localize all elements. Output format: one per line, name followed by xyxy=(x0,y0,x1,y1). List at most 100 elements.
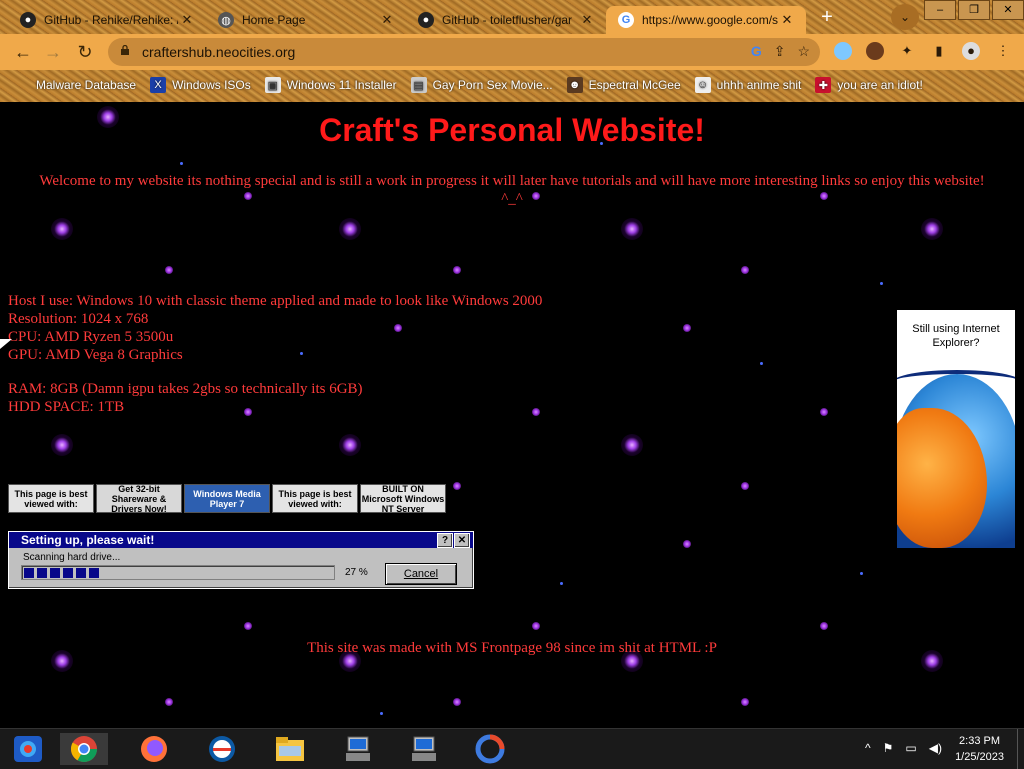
show-hidden-icons[interactable]: ^ xyxy=(865,741,871,755)
star-decoration xyxy=(453,698,461,706)
google-lens-icon[interactable]: G xyxy=(751,43,762,60)
star-decoration xyxy=(339,218,361,240)
page-title: Craft's Personal Website! xyxy=(319,112,705,148)
star-decoration xyxy=(741,698,749,706)
bookmark-malware-database[interactable]: Malware Database xyxy=(14,77,136,93)
spec-hdd: HDD SPACE: 1TB xyxy=(8,399,125,415)
start-button[interactable] xyxy=(4,733,52,765)
star-decoration xyxy=(339,434,361,456)
close-window-button[interactable]: ✕ xyxy=(992,0,1024,20)
ad-text: Still using Internet Explorer? xyxy=(912,323,1000,349)
cancel-button[interactable]: Cancel xyxy=(385,563,457,585)
star-decoration xyxy=(820,408,828,416)
tab-strip: ● GitHub - Rehike/Rehike: / ✕ ◍ Home Pag… xyxy=(0,0,1024,34)
extensions-puzzle-icon[interactable]: ✦ xyxy=(898,42,916,60)
show-desktop-button[interactable] xyxy=(1017,729,1024,769)
trans-flag-extension-icon[interactable] xyxy=(834,42,852,60)
best-viewed-badge[interactable]: This page is best viewed with: xyxy=(272,484,358,513)
bookmark-windows-isos[interactable]: X Windows ISOs xyxy=(150,77,251,93)
installer-icon xyxy=(346,736,370,761)
bookmark-label: Gay Porn Sex Movie... xyxy=(432,78,553,92)
bookmark-anime[interactable]: ☺ uhhh anime shit xyxy=(694,77,801,93)
window-controls: – ❐ ✕ xyxy=(922,0,1024,20)
minimize-button[interactable]: – xyxy=(924,0,956,20)
image-icon: ▣ xyxy=(264,77,281,93)
tab-home-page[interactable]: ◍ Home Page ✕ xyxy=(206,6,406,34)
star-decoration xyxy=(860,572,863,575)
star-decoration xyxy=(741,482,749,490)
bookmark-espectral-mcgee[interactable]: ☻ Espectral McGee xyxy=(566,77,681,93)
lock-icon xyxy=(121,45,129,55)
star-decoration xyxy=(820,622,828,630)
character-icon: ☻ xyxy=(566,77,583,93)
star-decoration xyxy=(880,282,883,285)
back-button[interactable]: ← xyxy=(12,42,34,62)
close-tab-icon[interactable]: ✕ xyxy=(578,12,596,28)
close-tab-icon[interactable]: ✕ xyxy=(778,12,796,28)
network-icon[interactable]: ▭ xyxy=(905,741,916,755)
avatar-extension-icon[interactable] xyxy=(866,42,884,60)
taskbar-app[interactable] xyxy=(466,733,514,765)
taskbar-chrome[interactable] xyxy=(60,733,108,765)
globe-icon: ◍ xyxy=(218,12,234,28)
help-button[interactable]: ? xyxy=(437,533,453,548)
internet-explorer-ad[interactable]: Still using Internet Explorer? xyxy=(897,310,1015,548)
star-decoration xyxy=(165,266,173,274)
footer-text: This site was made with MS Frontpage 98 … xyxy=(307,640,717,656)
cancel-label: Cancel xyxy=(403,568,439,580)
taskbar-firefox[interactable] xyxy=(130,733,178,765)
taskbar-edge[interactable] xyxy=(198,733,246,765)
star-decoration xyxy=(921,218,943,240)
taskbar-file-explorer[interactable] xyxy=(266,733,314,765)
tab-github-toiletflusher[interactable]: ● GitHub - toiletflusher/gar ✕ xyxy=(406,6,606,34)
star-decoration xyxy=(560,582,563,585)
maximize-button[interactable]: ❐ xyxy=(958,0,990,20)
anime-icon: ☺ xyxy=(694,77,711,93)
address-bar[interactable]: craftershub.neocities.org G ⇪ ☆ xyxy=(108,38,820,66)
windows-media-player-badge[interactable]: Windows Media Player 7 xyxy=(184,484,270,513)
spec-cpu: CPU: AMD Ryzen 5 3500u xyxy=(8,329,174,345)
star-decoration xyxy=(51,218,73,240)
reload-button[interactable]: ↻ xyxy=(74,42,96,62)
bookmark-star-icon[interactable]: ☆ xyxy=(797,43,810,60)
close-tab-icon[interactable]: ✕ xyxy=(378,12,396,28)
spec-gpu: GPU: AMD Vega 8 Graphics xyxy=(8,347,183,363)
bookmark-icon xyxy=(14,77,30,93)
welcome-text: Welcome to my website its nothing specia… xyxy=(39,173,985,207)
tab-title: https://www.google.com/s xyxy=(642,13,778,27)
dialog-title-bar: Setting up, please wait! ? ✕ xyxy=(9,532,473,548)
dialog-status: Scanning hard drive... xyxy=(23,552,121,563)
tab-github-rehike[interactable]: ● GitHub - Rehike/Rehike: / ✕ xyxy=(8,6,206,34)
forward-button[interactable]: → xyxy=(42,42,64,62)
tab-search-button[interactable]: ⌄ xyxy=(891,4,919,30)
profile-avatar-icon[interactable]: ● xyxy=(962,42,980,60)
best-viewed-badge[interactable]: This page is best viewed with: xyxy=(8,484,94,513)
volume-icon[interactable]: ◀) xyxy=(929,741,942,755)
bookmark-you-are-an-idiot[interactable]: ✚ you are an idiot! xyxy=(815,77,923,93)
progress-segment xyxy=(89,568,99,578)
flag-icon[interactable]: ⚑ xyxy=(883,741,894,755)
windows-nt-server-badge[interactable]: BUILT ON Microsoft Windows NT Server xyxy=(360,484,446,514)
close-tab-icon[interactable]: ✕ xyxy=(178,12,196,28)
taskbar-installer-1[interactable] xyxy=(334,733,382,765)
menu-kebab-icon[interactable]: ⋮ xyxy=(994,42,1012,60)
github-icon: ● xyxy=(20,12,36,28)
bookmark-gay-porn[interactable]: ▤ Gay Porn Sex Movie... xyxy=(410,77,553,93)
side-panel-icon[interactable]: ▮ xyxy=(930,42,948,60)
browser-chrome: ● GitHub - Rehike/Rehike: / ✕ ◍ Home Pag… xyxy=(0,0,1024,102)
new-tab-button[interactable]: + xyxy=(814,5,840,29)
star-decoration xyxy=(380,712,383,715)
setup-dialog: Setting up, please wait! ? ✕ Scanning ha… xyxy=(8,531,474,589)
shareware-badge[interactable]: Get 32-bit Shareware & Drivers Now! xyxy=(96,484,182,514)
clock[interactable]: 2:33 PM 1/25/2023 xyxy=(955,733,1004,765)
dialog-title: Setting up, please wait! xyxy=(21,533,155,547)
badge-row: This page is best viewed with: Get 32-bi… xyxy=(8,484,446,514)
taskbar-installer-2[interactable] xyxy=(400,733,448,765)
bookmark-windows-11-installer[interactable]: ▣ Windows 11 Installer xyxy=(264,77,397,93)
tab-google[interactable]: G https://www.google.com/s ✕ xyxy=(606,6,806,34)
progress-segment xyxy=(76,568,86,578)
progress-percent: 27 % xyxy=(345,567,368,578)
dialog-close-button[interactable]: ✕ xyxy=(454,533,470,548)
progress-bar xyxy=(21,565,335,580)
share-icon[interactable]: ⇪ xyxy=(774,43,786,60)
